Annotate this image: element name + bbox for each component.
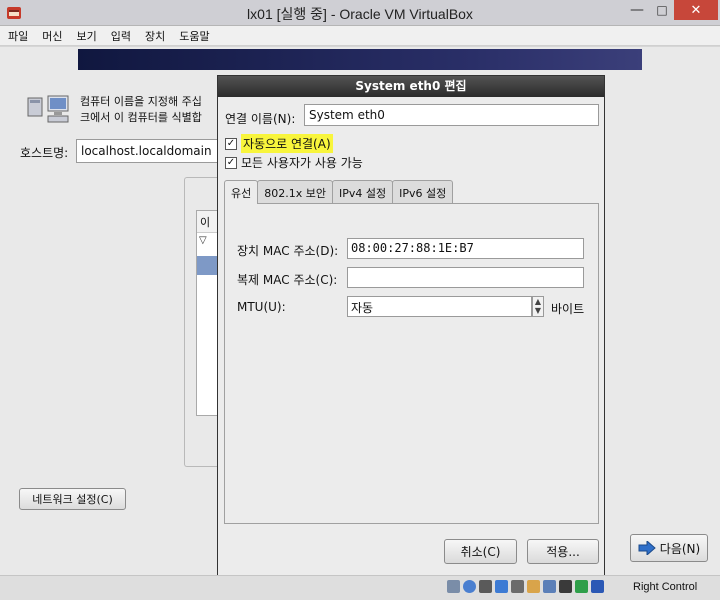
- mtu-input[interactable]: 자동: [347, 296, 532, 317]
- host-key-label: Right Control: [633, 581, 698, 593]
- cloned-mac-label: 복제 MAC 주소(C):: [237, 273, 338, 287]
- virtualization-icon[interactable]: [575, 580, 588, 593]
- installer-description: 컴퓨터 이름을 지정해 주십 크에서 이 컴퓨터를 식별합: [80, 94, 202, 126]
- close-icon[interactable]: ✕: [674, 0, 718, 20]
- cancel-button[interactable]: 취소(C): [444, 539, 517, 564]
- optical-drive-icon[interactable]: [463, 580, 476, 593]
- apply-button[interactable]: 적용...: [527, 539, 599, 564]
- cloned-mac-input[interactable]: [347, 267, 584, 288]
- tab-ipv4-settings[interactable]: IPv4 설정: [332, 180, 394, 203]
- display-icon[interactable]: [543, 580, 556, 593]
- tab-ipv6-settings[interactable]: IPv6 설정: [392, 180, 454, 203]
- hostname-input[interactable]: localhost.localdomain: [76, 139, 226, 163]
- all-users-label: 모든 사용자가 사용 가능: [241, 156, 363, 170]
- tab-8021x-security[interactable]: 802.1x 보안: [257, 180, 333, 203]
- auto-connect-label: 자동으로 연결(A): [241, 134, 333, 153]
- settings-tabs: 유선 802.1x 보안 IPv4 설정 IPv6 설정: [224, 180, 454, 204]
- usb-icon[interactable]: [511, 580, 524, 593]
- status-bar: Right Control: [0, 575, 720, 600]
- mac-address-input[interactable]: 08:00:27:88:1E:B7: [347, 238, 584, 259]
- next-button-label: 다음(N): [659, 541, 701, 556]
- network-computers-icon: [27, 95, 69, 123]
- all-users-checkbox[interactable]: ✓: [225, 156, 237, 169]
- menu-machine[interactable]: 머신: [42, 28, 62, 44]
- window-title: lx01 [실행 중] - Oracle VM VirtualBox: [247, 6, 473, 22]
- connection-name-input[interactable]: System eth0: [304, 104, 599, 126]
- menu-view[interactable]: 보기: [77, 28, 97, 44]
- network-settings-button[interactable]: 네트워크 설정(C): [19, 488, 126, 510]
- menu-help[interactable]: 도움말: [179, 28, 209, 44]
- description-line-1: 컴퓨터 이름을 지정해 주십: [80, 95, 202, 108]
- hostname-label: 호스트명:: [20, 146, 69, 160]
- window-title-bar[interactable]: lx01 [실행 중] - Oracle VM VirtualBox — □ ✕: [0, 0, 720, 26]
- mtu-spinner[interactable]: ▲ ▼: [532, 296, 544, 317]
- network-icon[interactable]: [495, 580, 508, 593]
- description-line-2: 크에서 이 컴퓨터를 식별합: [80, 111, 202, 124]
- status-icons: [447, 580, 604, 593]
- installer-banner: [78, 49, 642, 70]
- mtu-label: MTU(U):: [237, 300, 286, 314]
- all-users-row[interactable]: ✓ 모든 사용자가 사용 가능: [225, 154, 363, 171]
- connection-name-label: 연결 이름(N):: [225, 112, 296, 126]
- menu-input[interactable]: 입력: [111, 28, 131, 44]
- video-capture-icon[interactable]: [559, 580, 572, 593]
- menu-devices[interactable]: 장치: [145, 28, 165, 44]
- audio-icon[interactable]: [479, 580, 492, 593]
- hard-disk-icon[interactable]: [447, 580, 460, 593]
- mouse-integration-icon[interactable]: [591, 580, 604, 593]
- shared-folders-icon[interactable]: [527, 580, 540, 593]
- mac-address-label: 장치 MAC 주소(D):: [237, 244, 339, 258]
- tab-wired[interactable]: 유선: [224, 180, 259, 204]
- next-button[interactable]: 다음(N): [630, 534, 708, 562]
- menu-file[interactable]: 파일: [8, 28, 28, 44]
- wired-tab-panel: 장치 MAC 주소(D): 08:00:27:88:1E:B7 복제 MAC 주…: [224, 203, 599, 524]
- menu-bar: 파일 머신 보기 입력 장치 도움말: [0, 26, 720, 46]
- auto-connect-checkbox[interactable]: ✓: [225, 137, 237, 150]
- expander-arrow-icon[interactable]: ▽: [199, 235, 207, 246]
- auto-connect-row[interactable]: ✓ 자동으로 연결(A): [225, 134, 333, 153]
- mtu-unit: 바이트: [551, 302, 585, 316]
- arrow-right-icon: [638, 541, 656, 555]
- minimize-icon[interactable]: —: [624, 0, 650, 20]
- dialog-title[interactable]: System eth0 편집: [218, 76, 604, 97]
- edit-connection-dialog: System eth0 편집 연결 이름(N): System eth0 ✓ 자…: [217, 75, 605, 575]
- maximize-icon[interactable]: □: [650, 0, 674, 20]
